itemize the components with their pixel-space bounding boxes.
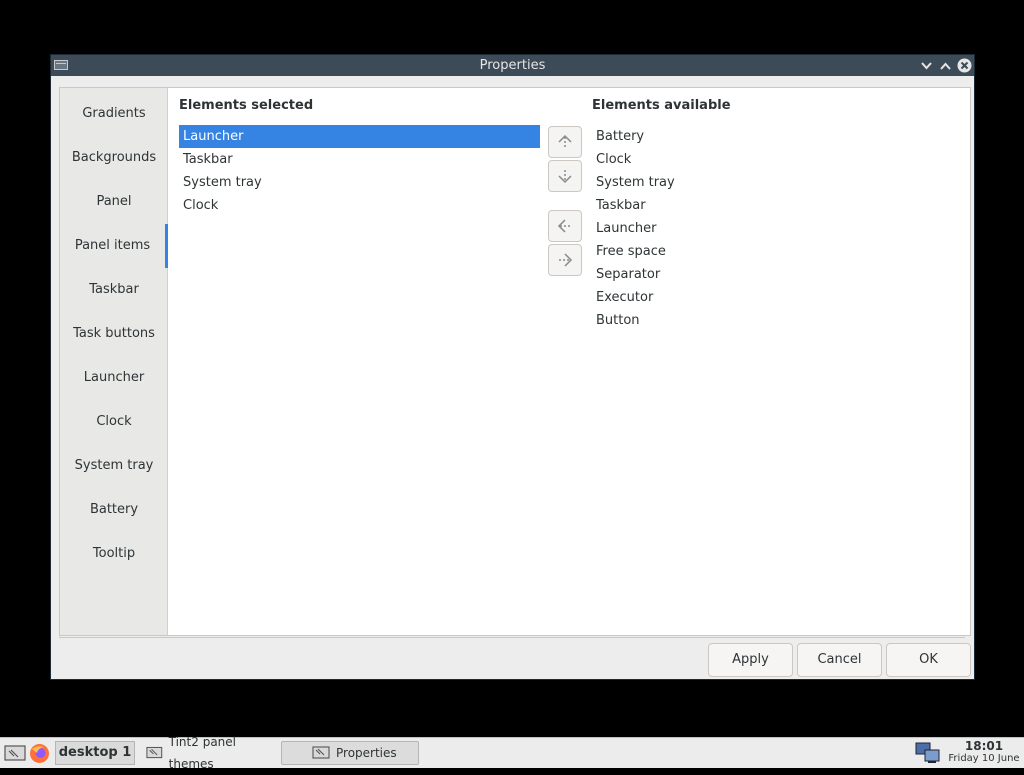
title-bar[interactable]: Properties [51,55,974,76]
firefox-icon[interactable] [29,743,50,764]
clock-date: Friday 10 June [948,753,1020,764]
sidebar-item-panel-items[interactable]: Panel items [60,224,168,268]
list-item[interactable]: Taskbar [592,194,962,217]
properties-content: Gradients Backgrounds Panel Panel items … [59,87,971,636]
sidebar-item-clock[interactable]: Clock [60,400,168,444]
add-element-button[interactable] [548,210,582,242]
network-icon[interactable] [914,741,942,765]
sidebar-item-launcher[interactable]: Launcher [60,356,168,400]
elements-available-heading: Elements available [592,98,731,113]
window-icon [146,746,163,759]
maximize-button[interactable] [938,58,953,73]
desktop-switcher[interactable]: desktop 1 [55,741,135,765]
clock-time: 18:01 [964,739,1004,753]
task-label: Tint2 panel themes [168,735,236,771]
list-item[interactable]: Launcher [179,125,540,148]
minimize-button[interactable] [919,58,934,73]
footer-divider [59,637,965,638]
sidebar-item-task-buttons[interactable]: Task buttons [60,312,168,356]
close-button[interactable] [957,58,972,73]
list-item[interactable]: Clock [179,194,540,217]
properties-window: Properties Gradients Backgrounds Panel P… [50,54,975,680]
task-label: Properties [336,746,397,760]
elements-selected-list: Launcher Taskbar System tray Clock [179,125,540,217]
terminal-launcher-icon[interactable] [4,745,26,762]
window-menu-icon[interactable] [54,60,68,70]
close-icon [957,58,972,73]
sidebar-item-battery[interactable]: Battery [60,488,168,532]
task-properties[interactable]: Properties [281,741,419,765]
sidebar-item-backgrounds[interactable]: Backgrounds [60,136,168,180]
window-title: Properties [479,58,546,73]
list-item[interactable]: Taskbar [179,148,540,171]
apply-button[interactable]: Apply [708,643,793,677]
clock[interactable]: 18:01 Friday 10 June [948,738,1020,765]
window-icon [312,746,330,759]
move-down-button[interactable] [548,160,582,192]
elements-selected-heading: Elements selected [179,98,314,113]
list-item[interactable]: Free space [592,240,962,263]
list-item[interactable]: Button [592,309,962,332]
taskbar: desktop 1 Tint2 panel themes Properties … [0,735,1024,771]
task-tint2-panel-themes[interactable]: Tint2 panel themes [140,735,276,771]
move-up-button[interactable] [548,126,582,158]
sidebar-item-gradients[interactable]: Gradients [60,92,168,136]
arrow-right-icon [559,253,573,267]
list-item[interactable]: Clock [592,148,962,171]
move-down-icon [558,170,572,184]
chevron-down-icon [921,61,932,69]
cancel-button[interactable]: Cancel [797,643,882,677]
sidebar-item-panel[interactable]: Panel [60,180,168,224]
list-item[interactable]: Launcher [592,217,962,240]
list-item[interactable]: System tray [592,171,962,194]
list-item[interactable]: System tray [179,171,540,194]
elements-available-list: Battery Clock System tray Taskbar Launch… [592,125,962,332]
remove-element-button[interactable] [548,244,582,276]
list-item[interactable]: Executor [592,286,962,309]
sidebar-item-tooltip[interactable]: Tooltip [60,532,168,576]
list-item[interactable]: Separator [592,263,962,286]
list-item[interactable]: Battery [592,125,962,148]
move-up-icon [558,134,572,148]
chevron-up-icon [940,62,951,70]
ok-button[interactable]: OK [886,643,971,677]
arrow-left-icon [557,219,571,233]
sidebar-item-system-tray[interactable]: System tray [60,444,168,488]
sidebar: Gradients Backgrounds Panel Panel items … [60,88,168,635]
sidebar-item-taskbar[interactable]: Taskbar [60,268,168,312]
